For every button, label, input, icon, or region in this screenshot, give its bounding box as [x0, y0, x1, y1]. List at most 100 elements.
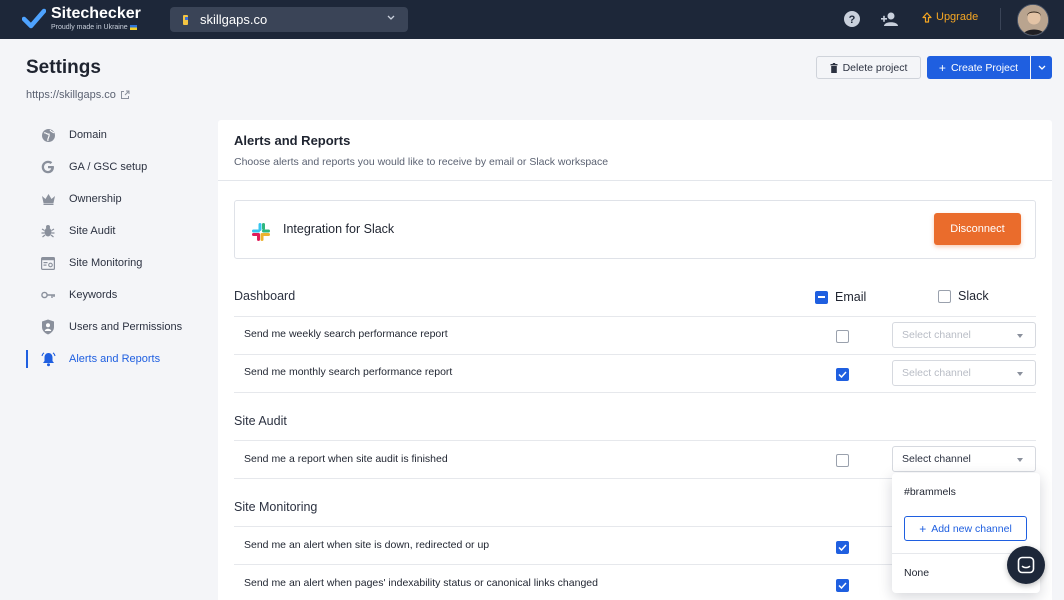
user-photo-icon [1018, 5, 1048, 35]
project-selector[interactable]: skillgaps.co [170, 7, 408, 32]
settings-sidebar: Domain GA / GSC setup Ownership Site Aud… [26, 119, 206, 375]
channel-select-placeholder: Select channel [902, 329, 971, 341]
indeterminate-checkbox-icon [815, 290, 828, 304]
sidebar-item-keywords[interactable]: Keywords [26, 279, 206, 311]
row-divider [234, 354, 1036, 355]
slack-column-toggle[interactable]: Slack [938, 289, 989, 303]
key-icon [40, 287, 56, 303]
brand-tagline: Proudly made in Ukraine [51, 23, 141, 32]
sidebar-item-label: Site Monitoring [69, 257, 143, 269]
sidebar-item-label: Alerts and Reports [69, 353, 161, 365]
plus-icon: + [919, 521, 927, 536]
page-title: Settings [26, 57, 101, 78]
weekly-report-email-checkbox[interactable] [836, 330, 849, 343]
sidebar-item-alerts-and-reports[interactable]: Alerts and Reports [26, 343, 206, 375]
upgrade-arrow-icon [922, 11, 932, 23]
help-icon[interactable]: ? [843, 10, 861, 28]
sidebar-item-ga-gsc-setup[interactable]: GA / GSC setup [26, 151, 206, 183]
brand-name: Sitechecker [51, 5, 141, 22]
email-column-toggle[interactable]: Email [815, 290, 866, 304]
topbar-divider [1000, 8, 1001, 30]
caret-down-icon [1017, 372, 1023, 376]
audit-finished-label: Send me a report when site audit is fini… [244, 453, 448, 465]
create-project-button[interactable]: + Create Project [927, 56, 1030, 79]
unchecked-checkbox-icon [938, 289, 951, 303]
sidebar-item-site-audit[interactable]: Site Audit [26, 215, 206, 247]
site-monitoring-section-title: Site Monitoring [234, 500, 318, 514]
upgrade-label: Upgrade [936, 11, 979, 23]
delete-project-label: Delete project [842, 61, 908, 74]
channel-option-none[interactable]: None [904, 567, 929, 579]
sidebar-item-label: Users and Permissions [69, 321, 183, 333]
project-favicon-icon [183, 14, 188, 25]
create-project-label: Create Project [950, 61, 1019, 74]
project-url: https://skillgaps.co [26, 89, 116, 101]
chat-support-button[interactable] [1007, 546, 1045, 584]
site-down-alert-email-checkbox[interactable] [836, 541, 849, 554]
delete-project-button[interactable]: Delete project [816, 56, 921, 79]
monitor-icon [40, 255, 56, 271]
sidebar-item-ownership[interactable]: Ownership [26, 183, 206, 215]
project-name: skillgaps.co [200, 12, 268, 27]
avatar[interactable] [1017, 4, 1049, 36]
slack-integration-title: Integration for Slack [283, 222, 395, 236]
svg-text:?: ? [849, 14, 856, 26]
checkmark-icon [838, 544, 847, 551]
weekly-report-channel-select[interactable]: Select channel [892, 322, 1036, 348]
sitechecker-logo[interactable]: Sitechecker Proudly made in Ukraine [22, 6, 141, 32]
add-user-icon[interactable] [880, 11, 900, 27]
divider [218, 180, 1052, 181]
channel-option-brammels[interactable]: #brammels [904, 486, 956, 498]
audit-finished-channel-select[interactable]: Select channel [892, 446, 1036, 472]
slack-integration-panel: Integration for Slack Disconnect [234, 200, 1036, 259]
monthly-report-label: Send me monthly search performance repor… [244, 366, 453, 378]
dashboard-section-title: Dashboard [234, 289, 296, 303]
slack-logo-icon [252, 223, 270, 241]
sidebar-item-label: Keywords [69, 289, 118, 301]
indexability-alert-email-checkbox[interactable] [836, 579, 849, 592]
monthly-report-email-checkbox[interactable] [836, 368, 849, 381]
audit-finished-email-checkbox[interactable] [836, 454, 849, 467]
slack-column-label: Slack [958, 289, 989, 303]
trash-icon [830, 62, 838, 73]
channel-select-placeholder: Select channel [902, 367, 971, 379]
site-audit-section-title: Site Audit [234, 414, 287, 428]
top-bar: Sitechecker Proudly made in Ukraine skil… [0, 0, 1064, 39]
indexability-alert-label: Send me an alert when pages' indexabilit… [244, 577, 598, 589]
bell-icon [40, 351, 56, 367]
checkmark-logo-icon [22, 8, 46, 29]
sidebar-item-label: Ownership [69, 193, 122, 205]
sidebar-item-label: Domain [69, 129, 107, 141]
sidebar-item-users-and-permissions[interactable]: Users and Permissions [26, 311, 206, 343]
section-title: Alerts and Reports [234, 133, 351, 148]
bug-icon [40, 223, 56, 239]
shield-user-icon [40, 319, 56, 335]
external-link-icon [120, 90, 130, 99]
checkmark-icon [838, 582, 847, 589]
add-new-channel-button[interactable]: + Add new channel [904, 516, 1027, 541]
chat-icon [1017, 556, 1035, 574]
google-icon [40, 159, 56, 175]
sidebar-item-site-monitoring[interactable]: Site Monitoring [26, 247, 206, 279]
create-project-menu-button[interactable] [1031, 56, 1052, 79]
email-column-label: Email [835, 290, 867, 304]
project-url-link[interactable]: https://skillgaps.co [26, 89, 130, 101]
crown-icon [40, 191, 56, 207]
monthly-report-channel-select[interactable]: Select channel [892, 360, 1036, 386]
site-down-alert-label: Send me an alert when site is down, redi… [244, 539, 490, 551]
upgrade-link[interactable]: Upgrade [922, 11, 978, 23]
section-subtitle: Choose alerts and reports you would like… [234, 156, 609, 168]
chevron-down-icon [387, 15, 395, 20]
channel-select-value: Select channel [902, 453, 971, 465]
sidebar-item-label: GA / GSC setup [69, 161, 148, 173]
row-divider [234, 392, 1036, 393]
chevron-down-icon [1038, 65, 1045, 70]
sidebar-item-domain[interactable]: Domain [26, 119, 206, 151]
add-new-channel-label: Add new channel [931, 522, 1012, 535]
checkmark-icon [838, 371, 847, 378]
disconnect-slack-button[interactable]: Disconnect [934, 213, 1021, 245]
caret-down-icon [1017, 458, 1023, 462]
weekly-report-label: Send me weekly search performance report [244, 328, 448, 340]
ukraine-flag-icon [129, 24, 137, 30]
plus-icon: + [938, 60, 946, 75]
